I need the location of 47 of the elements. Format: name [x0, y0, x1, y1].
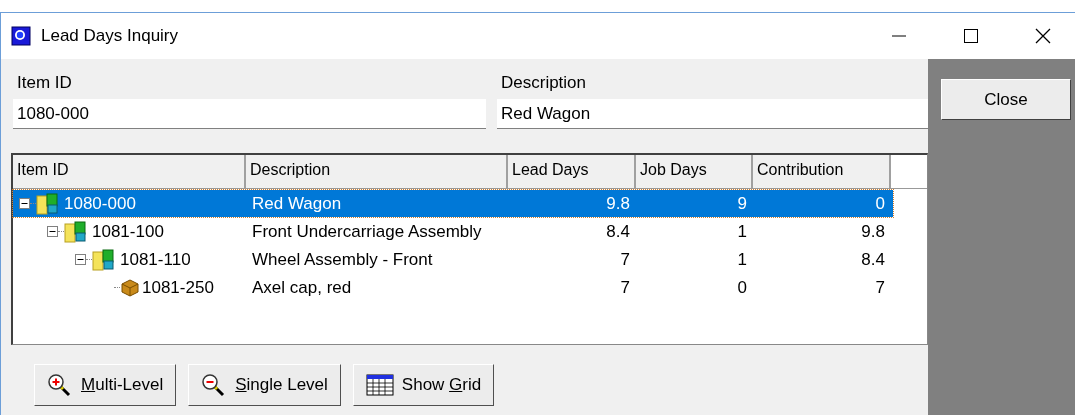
toolbar-button[interactable]: Multi-Level	[34, 364, 177, 406]
input-field[interactable]: 1080-000	[13, 99, 486, 129]
toolbar-button[interactable]: Single Level	[188, 364, 341, 406]
table-cell-text: Wheel Assembly - Front	[251, 249, 434, 270]
table-cell-text: 8.4	[605, 221, 631, 242]
window-title: Lead Days Inquiry	[41, 26, 180, 46]
field-label: Item ID	[16, 73, 73, 93]
item-id: 1081-100	[92, 221, 164, 242]
table-cell-text: 7	[619, 249, 631, 270]
box-icon	[120, 277, 140, 298]
tree-row[interactable]: 1080-000 Red Wagon 9.8 9 0	[13, 190, 893, 217]
collapse-icon[interactable]	[47, 226, 58, 237]
tree-row[interactable]: 1081-110 Wheel Assembly - Front 7 1 8.4	[13, 246, 893, 273]
column-header[interactable]: Item ID	[13, 155, 246, 188]
item-id: 1081-110	[120, 249, 191, 270]
table-cell-text: 0	[874, 193, 886, 214]
zoom-in-icon	[47, 373, 73, 397]
table-cell-text: 7	[619, 277, 631, 298]
table-cell-text: 0	[736, 277, 748, 298]
table-cell-text: Red Wagon	[251, 193, 343, 214]
table-cell-text: 9.8	[605, 193, 631, 214]
table-cell-text: 1	[736, 249, 748, 270]
collapse-icon[interactable]	[19, 198, 30, 209]
grid-icon	[365, 374, 394, 396]
item-id: 1080-000	[64, 193, 136, 214]
close-icon[interactable]	[1035, 28, 1051, 44]
table-cell-text: Front Undercarriage Assembly	[251, 221, 483, 242]
field-label: Description	[500, 73, 588, 93]
table-cell-text: 9	[736, 193, 748, 214]
collapse-icon[interactable]	[75, 254, 86, 265]
table-cell-text: Axel cap, red	[251, 277, 353, 298]
table-cell-text: 8.4	[860, 249, 886, 270]
input-field[interactable]: Red Wagon	[497, 99, 928, 129]
table-cell-text: 1	[736, 221, 748, 242]
table-cell-text: 7	[874, 277, 886, 298]
close-button[interactable]: Close	[941, 79, 1071, 120]
toolbar-button[interactable]: Show Grid	[352, 364, 495, 406]
app-icon	[11, 26, 31, 46]
tree-row[interactable]: 1081-100 Front Undercarriage Assembly 8.4 1 9.8	[13, 218, 893, 245]
table-cell-text: 9.8	[860, 221, 886, 242]
column-header[interactable]: Contribution	[753, 155, 891, 188]
tree-row[interactable]: 1081-250 Axel cap, red 7 0 7	[13, 274, 893, 301]
item-id: 1081-250	[142, 277, 214, 298]
column-header[interactable]: Lead Days	[508, 155, 636, 188]
column-header[interactable]: Description	[246, 155, 508, 188]
maximize-icon[interactable]	[963, 28, 979, 44]
column-header[interactable]: Job Days	[636, 155, 753, 188]
